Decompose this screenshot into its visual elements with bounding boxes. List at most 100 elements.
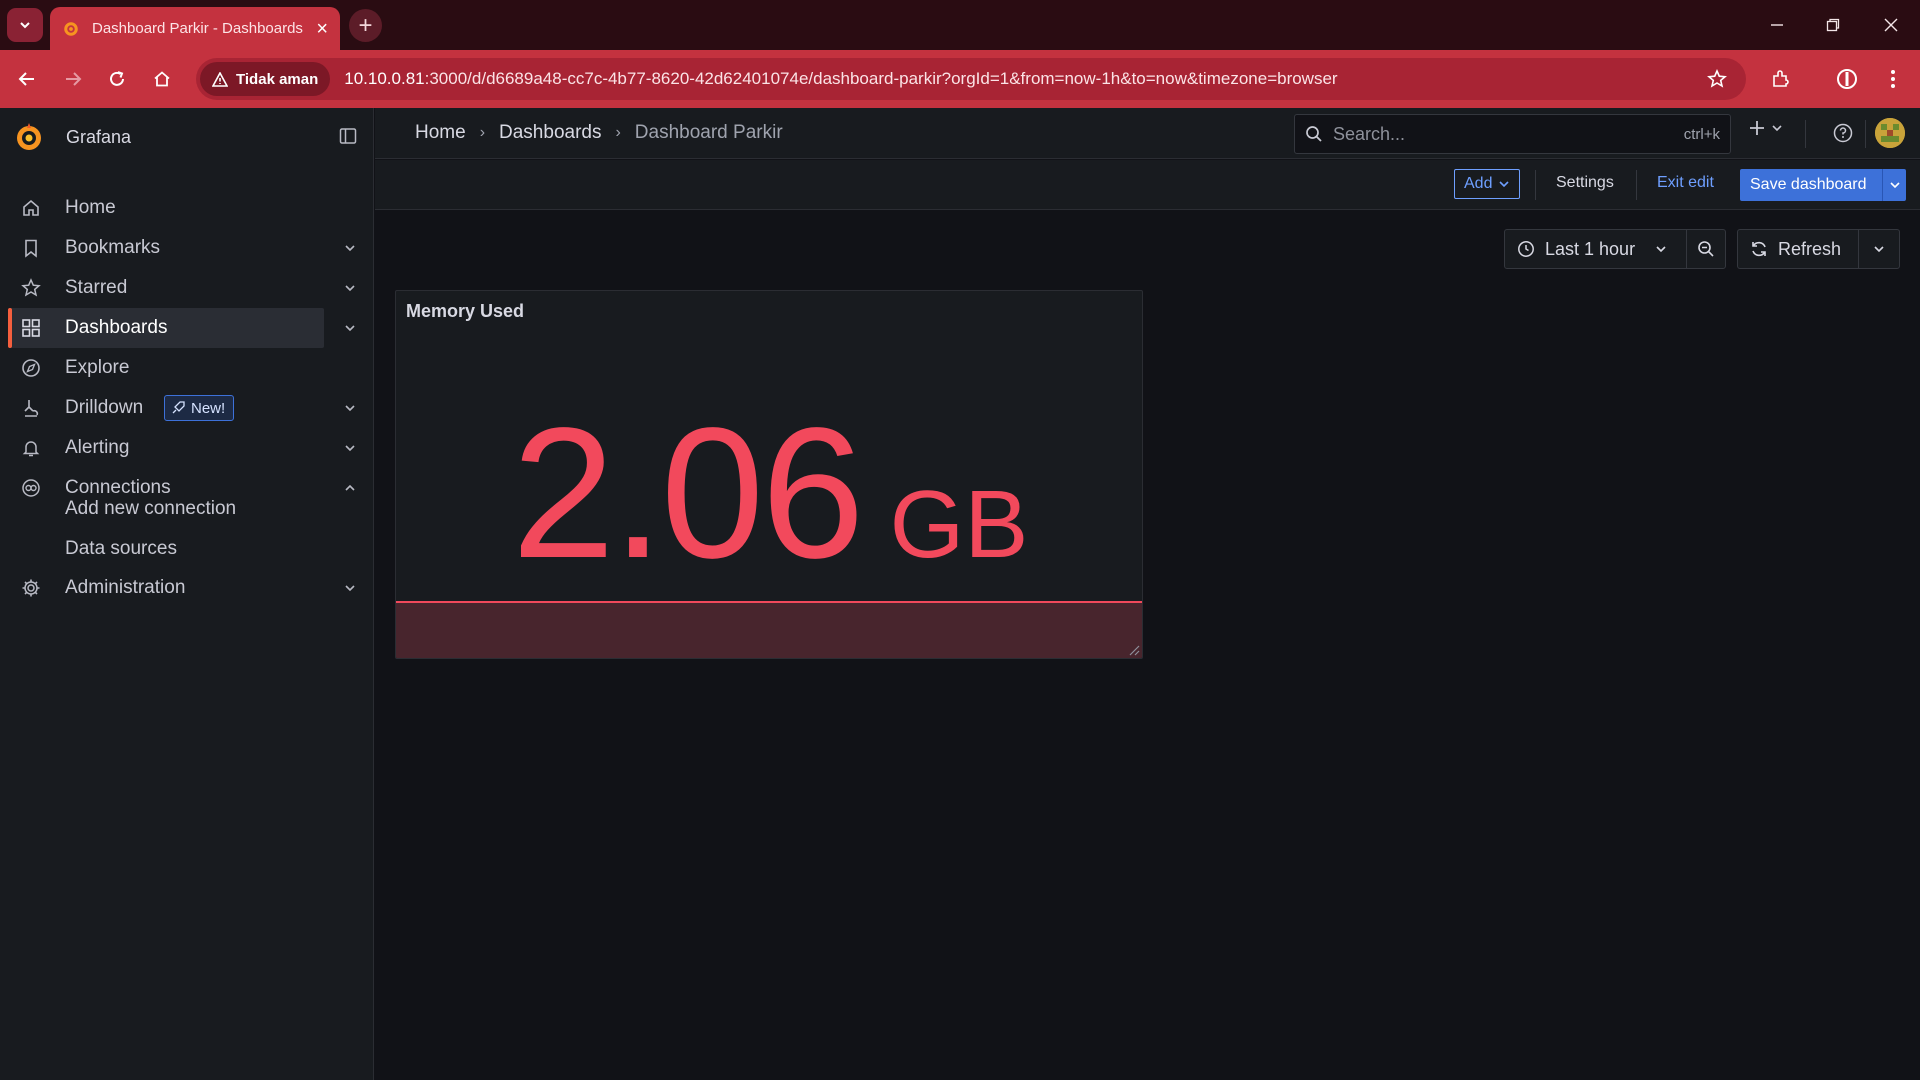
- nav-item-drilldown[interactable]: Drilldown New!: [8, 388, 355, 428]
- grafana-logo-icon: [17, 123, 41, 150]
- apps-icon: [20, 317, 42, 339]
- search-placeholder: Search...: [1333, 123, 1406, 144]
- add-button[interactable]: Add: [1454, 169, 1521, 199]
- restore-icon[interactable]: [1818, 10, 1848, 40]
- chevron-down-icon[interactable]: [341, 319, 359, 337]
- stat-unit: GB: [889, 471, 1029, 578]
- drilldown-icon: [20, 397, 42, 419]
- search-icon: [1306, 126, 1322, 142]
- gear-icon: [20, 577, 42, 599]
- url-text: 10.10.0.81:3000/d/d6689a48-cc7c-4b77-862…: [344, 69, 1338, 88]
- divider: [1636, 170, 1637, 200]
- divider: [1805, 120, 1806, 148]
- plus-icon: [1750, 121, 1764, 135]
- browser-tab-active[interactable]: Dashboard Parkir - Dashboards - Grafana …: [50, 7, 340, 50]
- new-menu-button[interactable]: [1749, 120, 1783, 136]
- stat-value: 2.06 GB: [396, 401, 1142, 587]
- star-icon: [20, 277, 42, 299]
- address-bar[interactable]: Tidak aman 10.10.0.81:3000/d/d6689a48-cc…: [196, 58, 1746, 100]
- nav-item-starred[interactable]: Starred: [8, 268, 355, 308]
- new-tab-button[interactable]: +: [349, 9, 382, 42]
- tab-search-button[interactable]: [7, 8, 43, 42]
- breadcrumb: Home › Dashboards › Dashboard Parkir: [415, 122, 783, 144]
- stat-number: 2.06: [511, 390, 865, 597]
- nav-item-home[interactable]: Home: [8, 188, 324, 228]
- chevron-down-icon: [1499, 181, 1510, 188]
- home-page-icon[interactable]: [147, 64, 177, 94]
- grafana-logo-icon: [64, 21, 78, 36]
- chevron-right-icon: ›: [479, 124, 486, 141]
- sparkline-area: [396, 601, 1142, 658]
- chevron-down-icon: [1772, 125, 1782, 132]
- time-range-button[interactable]: Last 1 hour: [1505, 230, 1688, 268]
- help-icon[interactable]: [1832, 122, 1854, 144]
- connections-icon: [20, 477, 42, 499]
- security-indicator[interactable]: Tidak aman: [200, 62, 331, 96]
- reload-icon[interactable]: [102, 64, 132, 94]
- sync-icon: [1752, 241, 1766, 257]
- bell-icon: [20, 437, 42, 459]
- dock-menu-icon[interactable]: [336, 124, 360, 148]
- bookmark-icon: [20, 237, 42, 259]
- search-shortcut: ctrl+k: [1683, 125, 1720, 143]
- brand[interactable]: Grafana: [14, 120, 131, 154]
- browser-tab-strip: Dashboard Parkir - Dashboards - Grafana …: [0, 0, 1920, 50]
- compass-icon: [20, 357, 42, 379]
- tab-close-icon[interactable]: ×: [316, 19, 328, 39]
- exit-edit-button[interactable]: Exit edit: [1657, 174, 1714, 192]
- breadcrumb-dashboards[interactable]: Dashboards: [499, 122, 601, 144]
- chevron-down-icon[interactable]: [341, 579, 359, 597]
- nav-item-explore[interactable]: Explore: [8, 348, 324, 388]
- breadcrumb-home[interactable]: Home: [415, 122, 466, 144]
- clock-icon: [1518, 241, 1534, 257]
- chevron-down-icon[interactable]: [341, 399, 359, 417]
- chevron-down-icon: [20, 22, 30, 29]
- tab-title: Dashboard Parkir - Dashboards - Grafana: [92, 20, 307, 37]
- chevron-right-icon: ›: [615, 124, 621, 141]
- stat-panel-memory-used[interactable]: Memory Used 2.06 GB: [395, 290, 1143, 659]
- chevron-down-icon[interactable]: [1859, 243, 1899, 255]
- top-bar: Home › Dashboards › Dashboard Parkir Sea…: [375, 108, 1920, 159]
- nav-item-add-new-connection[interactable]: Add new connection: [65, 498, 236, 520]
- grafana-app: Grafana Home Bookmarks Starred Dashboard…: [0, 108, 1920, 1080]
- chevron-down-icon[interactable]: [341, 239, 359, 257]
- nav-item-data-sources[interactable]: Data sources: [65, 538, 177, 560]
- nav-item-administration[interactable]: Administration: [8, 568, 355, 608]
- nav-item-dashboards[interactable]: Dashboards: [8, 308, 355, 348]
- panel-title: Memory Used: [406, 301, 525, 321]
- rocket-icon: [172, 401, 185, 414]
- nav-item-alerting[interactable]: Alerting: [8, 428, 355, 468]
- bookmark-star-icon[interactable]: [1702, 64, 1732, 94]
- forward-icon[interactable]: [58, 64, 88, 94]
- refresh-button[interactable]: Refresh: [1738, 230, 1860, 268]
- search-input[interactable]: Search... ctrl+k: [1294, 114, 1731, 154]
- browser-menu-icon[interactable]: [1878, 64, 1908, 94]
- profile-icon[interactable]: [1832, 64, 1862, 94]
- avatar[interactable]: [1875, 118, 1905, 148]
- chevron-up-icon[interactable]: [341, 479, 359, 497]
- settings-button[interactable]: Settings: [1556, 174, 1614, 192]
- extensions-icon[interactable]: [1766, 64, 1796, 94]
- divider: [1535, 170, 1536, 200]
- home-icon: [20, 197, 42, 219]
- security-label: Tidak aman: [236, 70, 319, 88]
- save-dashboard-button[interactable]: Save dashboard: [1740, 169, 1906, 201]
- minimize-icon[interactable]: [1762, 10, 1792, 40]
- new-badge: New!: [164, 395, 235, 421]
- chevron-down-icon[interactable]: [341, 439, 359, 457]
- dashboard-edit-bar: Add Settings Exit edit Save dashboard: [375, 160, 1920, 210]
- breadcrumb-current: Dashboard Parkir: [634, 122, 783, 143]
- refresh-picker: Refresh: [1737, 229, 1900, 269]
- close-window-icon[interactable]: [1876, 10, 1906, 40]
- chevron-down-icon[interactable]: [341, 279, 359, 297]
- nav-item-bookmarks[interactable]: Bookmarks: [8, 228, 355, 268]
- app-name: Grafana: [66, 126, 132, 147]
- divider: [1865, 120, 1866, 148]
- zoom-out-icon[interactable]: [1687, 240, 1725, 258]
- chevron-down-icon: [1656, 246, 1666, 253]
- warning-icon: [212, 71, 228, 87]
- back-icon[interactable]: [12, 64, 42, 94]
- time-range-picker: Last 1 hour: [1504, 229, 1726, 269]
- chevron-down-icon[interactable]: [1882, 169, 1906, 201]
- resize-handle-icon[interactable]: [1128, 644, 1140, 656]
